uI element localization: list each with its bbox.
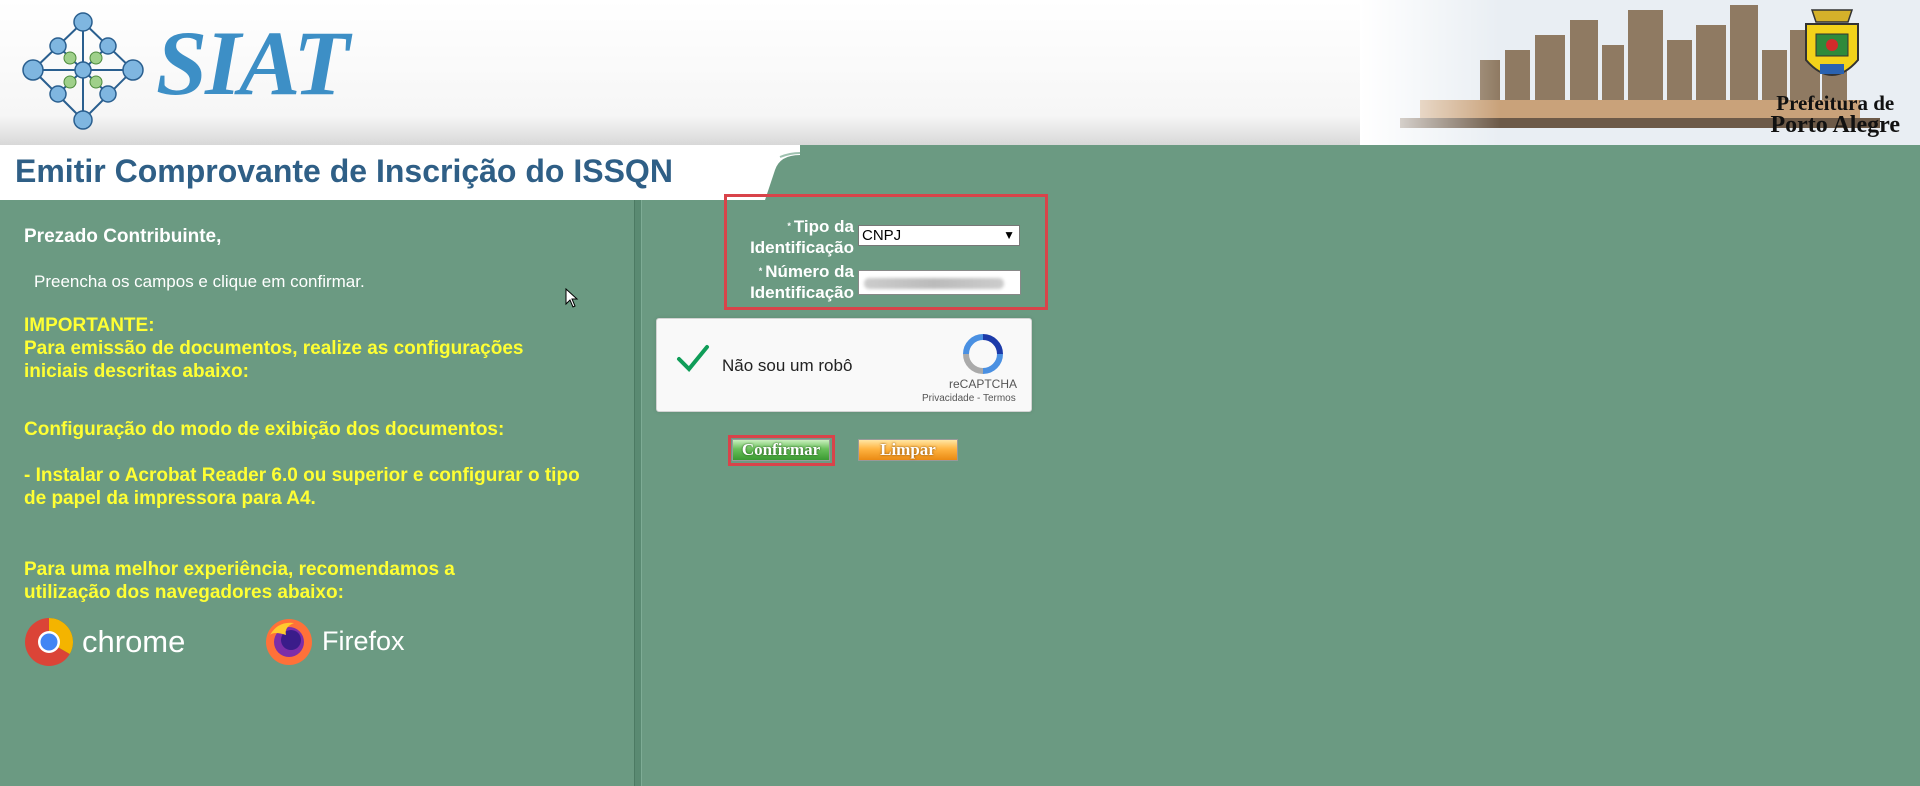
hint-text: Preencha os campos e clique em confirmar…: [34, 272, 365, 291]
tipo-identificacao-select[interactable]: CNPJ ▼: [858, 225, 1020, 246]
tipo-identificacao-label: * Tipo da Identificação: [750, 217, 854, 257]
checkmark-icon[interactable]: [675, 341, 711, 377]
firefox-label: Firefox: [322, 626, 405, 656]
firefox-icon: [266, 618, 312, 665]
instructions-panel: Prezado Contribuinte, Preencha os campos…: [0, 200, 634, 786]
panel-divider[interactable]: [634, 200, 642, 786]
required-mark: *: [758, 266, 763, 276]
firefox-logo: Firefox: [264, 614, 405, 669]
siat-molecule-logo-icon: [22, 12, 144, 130]
tipo-identificacao-value: CNPJ: [862, 227, 902, 244]
mouse-cursor-icon: [565, 288, 579, 308]
important-title: IMPORTANTE:: [24, 315, 155, 336]
coat-of-arms-icon: [1805, 9, 1859, 76]
config-title: Configuração do modo de exibição dos doc…: [24, 419, 505, 440]
clear-button[interactable]: Limpar: [858, 439, 958, 461]
chrome-logo: chrome: [24, 614, 185, 669]
page-title: Emitir Comprovante de Inscrição do ISSQN: [15, 153, 673, 189]
browsers-text: Para uma melhor experiência, recomendamo…: [24, 559, 455, 603]
config-text: - Instalar o Acrobat Reader 6.0 ou super…: [24, 465, 580, 509]
prefeitura-line1: Prefeitura de: [1776, 91, 1895, 115]
chrome-icon: [25, 617, 74, 666]
chrome-label: chrome: [82, 623, 186, 659]
confirm-button[interactable]: Confirmar: [732, 439, 830, 461]
prefeitura-label: Prefeitura de Porto Alegre: [1770, 91, 1900, 138]
numero-identificacao-label: * Número da Identificação: [750, 262, 854, 302]
browser-logos: chrome Firefox: [24, 614, 444, 669]
greeting-text: Prezado Contribuinte,: [24, 226, 222, 247]
recaptcha-widget[interactable]: Não sou um robô reCAPTCHA Privacidade - …: [656, 318, 1032, 412]
chevron-down-icon: ▼: [1003, 228, 1015, 242]
important-text: Para emissão de documentos, realize as c…: [24, 338, 524, 382]
recaptcha-text: Não sou um robô: [722, 356, 853, 375]
redacted-value: [864, 278, 1004, 289]
siat-logo-text: SIAT: [156, 12, 349, 114]
header-banner: SIAT Prefeitura de Porto Alegre: [0, 0, 1920, 145]
recaptcha-brand: reCAPTCHA: [949, 377, 1018, 391]
prefeitura-line2: Porto Alegre: [1770, 112, 1900, 138]
recaptcha-links[interactable]: Privacidade - Termos: [922, 393, 1016, 404]
page: SIAT Prefeitura de Porto Alegre Emitir C…: [0, 0, 1920, 786]
required-mark: *: [787, 221, 791, 231]
recaptcha-logo-icon: [963, 334, 1003, 374]
numero-identificacao-input[interactable]: [858, 270, 1021, 295]
